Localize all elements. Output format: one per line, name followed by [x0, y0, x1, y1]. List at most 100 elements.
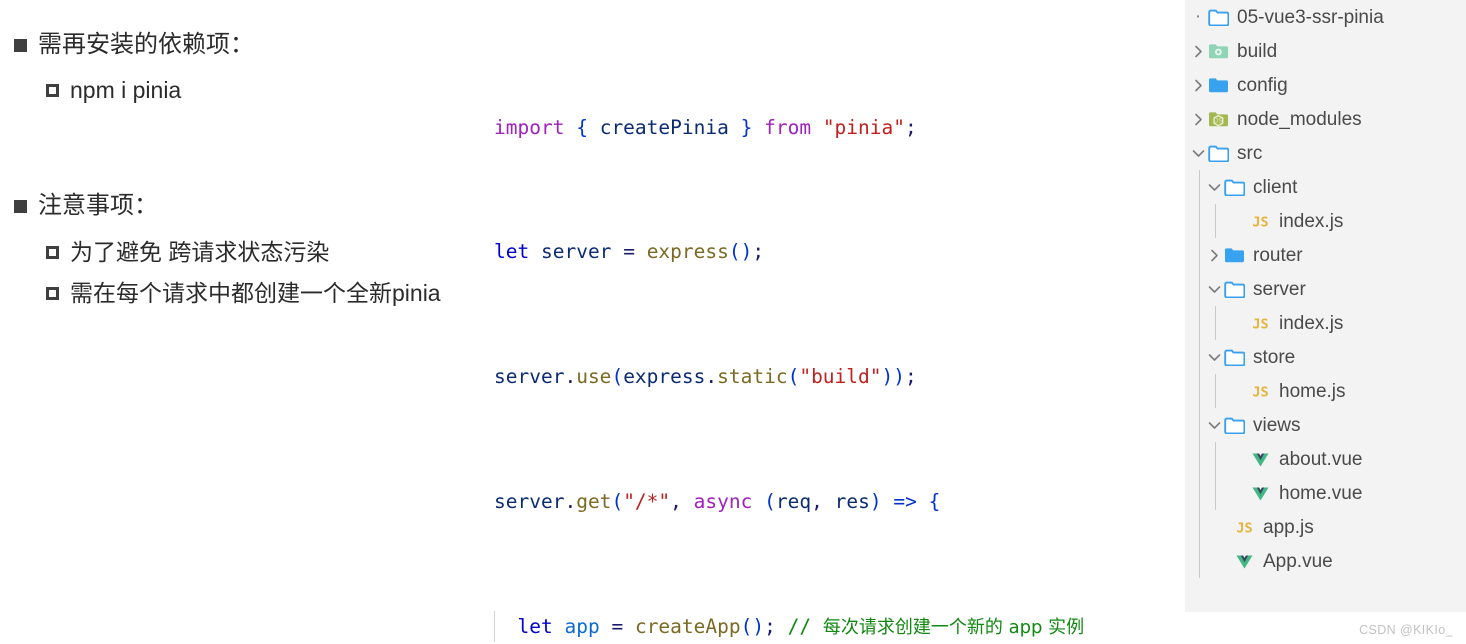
tree-item-client[interactable]: client	[1185, 170, 1466, 204]
chevron-right-icon[interactable]	[1189, 113, 1207, 126]
chevron-down-icon[interactable]	[1205, 421, 1223, 430]
chevron-down-icon[interactable]	[1189, 149, 1207, 158]
tree-item-label: index.js	[1279, 312, 1344, 334]
filled-square-bullet-icon	[14, 39, 27, 52]
chevron-right-icon[interactable]	[1189, 79, 1207, 92]
chevron-down-icon[interactable]	[1205, 353, 1223, 362]
notes-panel: 需再安装的依赖项： npm i pinia 注意事项： 为了避免 跨请求状态污染…	[0, 0, 490, 644]
tree-guide-line	[1199, 272, 1200, 306]
vue-file-icon	[1233, 550, 1255, 572]
tree-item-file[interactable]: JS app.js	[1185, 510, 1466, 544]
js-file-icon: JS	[1233, 516, 1255, 538]
tree-guide-line	[1215, 476, 1216, 510]
tree-guide-line	[1199, 238, 1200, 272]
tree-guide-line	[1215, 204, 1216, 238]
tree-item-label: 05-vue3-ssr-pinia	[1237, 6, 1384, 28]
svg-text:JS: JS	[1214, 117, 1222, 124]
chevron-down-icon[interactable]	[1205, 183, 1223, 192]
folder-open-outline-icon	[1223, 278, 1245, 300]
tree-guide-line	[1199, 544, 1200, 578]
tree-item-label: home.vue	[1279, 482, 1363, 504]
tree-item-views[interactable]: views	[1185, 408, 1466, 442]
tree-item-label: views	[1253, 414, 1301, 436]
tree-item-file[interactable]: JS home.js	[1185, 374, 1466, 408]
tree-item-label: about.vue	[1279, 448, 1363, 470]
tree-item-label: home.js	[1279, 380, 1346, 402]
tree-item-store[interactable]: store	[1185, 340, 1466, 374]
note-sub-item-label: 为了避免 跨请求状态污染	[70, 238, 330, 265]
tree-item-label: server	[1253, 278, 1306, 300]
hollow-square-bullet-icon	[46, 84, 59, 97]
tree-guide-line	[1215, 442, 1216, 476]
tree-item-node-modules[interactable]: JS node_modules	[1185, 102, 1466, 136]
vue-file-icon	[1249, 448, 1271, 470]
chevron-down-icon[interactable]	[1205, 285, 1223, 294]
js-file-icon: JS	[1249, 380, 1271, 402]
js-file-icon: JS	[1249, 210, 1271, 232]
chevron-right-icon[interactable]	[1205, 249, 1223, 262]
file-tree-panel[interactable]: · 05-vue3-ssr-pinia build config JS node…	[1185, 0, 1466, 612]
folder-open-outline-icon	[1223, 346, 1245, 368]
folder-solid-icon	[1207, 74, 1229, 96]
tree-item-file[interactable]: JS index.js	[1185, 306, 1466, 340]
js-file-icon: JS	[1249, 312, 1271, 334]
hollow-square-bullet-icon	[46, 286, 59, 300]
tree-item-label: node_modules	[1237, 108, 1362, 130]
note-heading: 注意事项：	[14, 191, 490, 221]
folder-node-icon: JS	[1207, 108, 1229, 130]
tree-item-label: client	[1253, 176, 1298, 198]
tree-guide-line	[1199, 374, 1200, 408]
svg-text:JS: JS	[1252, 384, 1268, 400]
hollow-square-bullet-icon	[46, 245, 59, 259]
tree-item-label: store	[1253, 346, 1296, 368]
tree-guide-line	[1199, 204, 1200, 238]
tree-guide-line	[1199, 510, 1200, 544]
vue-file-icon	[1249, 482, 1271, 504]
note-sub-item: npm i pinia	[46, 76, 490, 105]
note-heading-label: 注意事项：	[38, 191, 158, 219]
note-group: 注意事项： 为了避免 跨请求状态污染 需在每个请求中都创建一个全新pinia	[0, 191, 490, 308]
code-editor-panel[interactable]: import { createPinia } from "pinia"; let…	[488, 0, 1178, 644]
tree-item-router[interactable]: router	[1185, 238, 1466, 272]
svg-text:JS: JS	[1236, 520, 1252, 536]
note-sub-item-label: 需在每个请求中都创建一个全新pinia	[70, 279, 441, 306]
code-line: server.get("/*", async (req, res) => {	[494, 490, 941, 513]
tree-item-build[interactable]: build	[1185, 34, 1466, 68]
note-sub-item: 需在每个请求中都创建一个全新pinia	[46, 279, 490, 308]
note-group: 需再安装的依赖项： npm i pinia	[0, 30, 490, 105]
code-line: server.use(express.static("build"));	[494, 365, 917, 389]
tree-item-label: src	[1237, 142, 1263, 164]
note-heading-label: 需再安装的依赖项：	[38, 31, 254, 58]
tree-item-file[interactable]: home.vue	[1185, 476, 1466, 510]
note-sub-item: 为了避免 跨请求状态污染	[46, 238, 490, 267]
tree-item-config[interactable]: config	[1185, 68, 1466, 102]
tree-guide-line	[1199, 476, 1200, 510]
tree-guide-line	[1215, 306, 1216, 340]
folder-open-outline-icon	[1223, 414, 1245, 436]
tree-item-file[interactable]: about.vue	[1185, 442, 1466, 476]
tree-item-label: router	[1253, 244, 1303, 266]
folder-open-outline-icon	[1207, 142, 1229, 164]
tree-item-server[interactable]: server	[1185, 272, 1466, 306]
tree-item-label: app.js	[1263, 516, 1314, 538]
tree-item-root[interactable]: · 05-vue3-ssr-pinia	[1185, 0, 1466, 34]
folder-solid-icon	[1223, 244, 1245, 266]
twisty-none-icon: ·	[1194, 6, 1202, 27]
tree-item-src[interactable]: src	[1185, 136, 1466, 170]
code-line: import { createPinia } from "pinia";	[494, 115, 917, 139]
svg-text:JS: JS	[1252, 214, 1268, 230]
code-content[interactable]: import { createPinia } from "pinia"; let…	[488, 18, 1178, 644]
folder-open-outline-icon	[1207, 6, 1229, 28]
tree-guide-line	[1199, 170, 1200, 204]
chevron-right-icon[interactable]	[1189, 45, 1207, 58]
tree-item-file[interactable]: App.vue	[1185, 544, 1466, 578]
watermark-label: CSDN @KIKIo_	[1359, 623, 1453, 637]
tree-item-label: index.js	[1279, 210, 1344, 232]
tree-item-file[interactable]: JS index.js	[1185, 204, 1466, 238]
tree-item-label: App.vue	[1263, 550, 1333, 572]
svg-text:JS: JS	[1252, 316, 1268, 332]
tree-guide-line	[1199, 408, 1200, 442]
tree-guide-line	[1215, 374, 1216, 408]
tree-guide-line	[1199, 340, 1200, 374]
tree-guide-line	[1199, 306, 1200, 340]
